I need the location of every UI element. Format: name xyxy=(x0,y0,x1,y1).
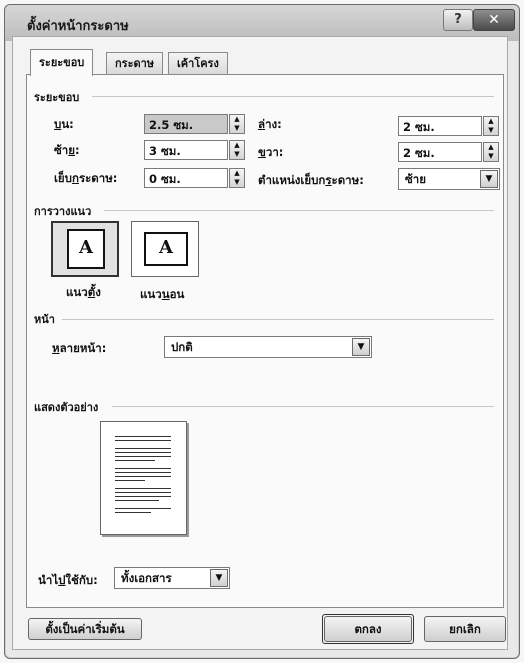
left-margin-input[interactable]: 3 ซม. xyxy=(144,140,228,160)
bottom-margin-label: ล่าง: xyxy=(258,117,282,131)
preview-group-rule xyxy=(112,406,494,407)
orientation-group-rule xyxy=(104,210,494,211)
multiple-pages-label: หลายหน้า: xyxy=(52,341,107,355)
tab-margins-label: ระยะขอบ xyxy=(39,56,85,69)
spin-up-icon[interactable]: ▲ xyxy=(484,117,498,126)
preview-group-header: แสดงตัวอย่าง xyxy=(34,401,99,414)
gutter-input[interactable]: 0 ซม. xyxy=(144,168,228,188)
ok-button[interactable]: ตกลง xyxy=(324,616,412,642)
spin-down-icon[interactable]: ▼ xyxy=(230,150,244,159)
help-button[interactable]: ? xyxy=(443,9,473,31)
gutter-position-select[interactable]: ซ้าย ▼ xyxy=(398,168,500,190)
portrait-page-icon: A xyxy=(67,229,105,269)
top-margin-label: บน: xyxy=(54,117,74,131)
margins-group-header: ระยะขอบ xyxy=(34,91,80,104)
chevron-down-icon[interactable]: ▼ xyxy=(480,170,498,188)
multiple-pages-value: ปกติ xyxy=(171,340,193,354)
chevron-down-icon[interactable]: ▼ xyxy=(210,569,228,587)
spin-down-icon[interactable]: ▼ xyxy=(484,126,498,135)
tab-paper[interactable]: กระดาษ xyxy=(106,52,164,75)
right-margin-label: ขวา: xyxy=(258,145,284,159)
landscape-label: แนวนอน xyxy=(140,287,185,301)
right-margin-input[interactable]: 2 ซม. xyxy=(398,142,482,162)
pages-group-header: หน้า xyxy=(34,313,55,326)
gutter-position-value: ซ้าย xyxy=(405,172,427,186)
left-margin-label: ซ้าย: xyxy=(54,143,80,157)
landscape-option[interactable]: A xyxy=(131,221,199,277)
bottom-margin-spinner[interactable]: ▲ ▼ xyxy=(483,116,499,136)
landscape-page-icon: A xyxy=(144,232,188,266)
spin-down-icon[interactable]: ▼ xyxy=(484,152,498,161)
ok-button-focus-ring: ตกลง xyxy=(322,614,414,644)
apply-to-select[interactable]: ทั้งเอกสาร ▼ xyxy=(114,567,230,589)
dialog-title: ตั้งค่าหน้ากระดาษ xyxy=(27,19,129,34)
tab-layout[interactable]: เค้าโครง xyxy=(168,52,228,75)
set-as-default-button[interactable]: ตั้งเป็นค่าเริ่มต้น xyxy=(28,618,142,640)
apply-to-label: นำไปใช้กับ: xyxy=(38,573,98,587)
gutter-spinner[interactable]: ▲ ▼ xyxy=(229,168,245,188)
spin-up-icon[interactable]: ▲ xyxy=(230,115,244,124)
margins-group-rule xyxy=(92,96,494,97)
spin-up-icon[interactable]: ▲ xyxy=(230,141,244,150)
orientation-group-header: การวางแนว xyxy=(34,205,92,218)
right-margin-spinner[interactable]: ▲ ▼ xyxy=(483,142,499,162)
close-button[interactable]: ✕ xyxy=(473,9,515,31)
spin-down-icon[interactable]: ▼ xyxy=(230,124,244,133)
apply-to-value: ทั้งเอกสาร xyxy=(121,571,172,585)
tab-margins[interactable]: ระยะขอบ xyxy=(30,49,94,76)
bottom-margin-input[interactable]: 2 ซม. xyxy=(398,116,482,136)
pages-group-rule xyxy=(62,319,494,320)
left-margin-spinner[interactable]: ▲ ▼ xyxy=(229,140,245,160)
portrait-option[interactable]: A xyxy=(51,221,119,277)
tab-paper-label: กระดาษ xyxy=(115,57,155,70)
preview-page xyxy=(100,421,187,535)
cancel-button[interactable]: ยกเลิก xyxy=(424,616,506,642)
spin-up-icon[interactable]: ▲ xyxy=(484,143,498,152)
top-margin-spinner[interactable]: ▲ ▼ xyxy=(229,114,245,134)
chevron-down-icon[interactable]: ▼ xyxy=(352,338,370,356)
multiple-pages-select[interactable]: ปกติ ▼ xyxy=(164,336,372,358)
gutter-position-label: ตำแหน่งเย็บกระดาษ: xyxy=(258,173,364,187)
portrait-label: แนวตั้ง xyxy=(66,285,101,299)
spin-up-icon[interactable]: ▲ xyxy=(230,169,244,178)
top-margin-input[interactable]: 2.5 ซม. xyxy=(144,114,228,134)
tab-layout-label: เค้าโครง xyxy=(177,57,219,70)
gutter-label: เย็บกระดาษ: xyxy=(54,171,118,185)
spin-down-icon[interactable]: ▼ xyxy=(230,178,244,187)
